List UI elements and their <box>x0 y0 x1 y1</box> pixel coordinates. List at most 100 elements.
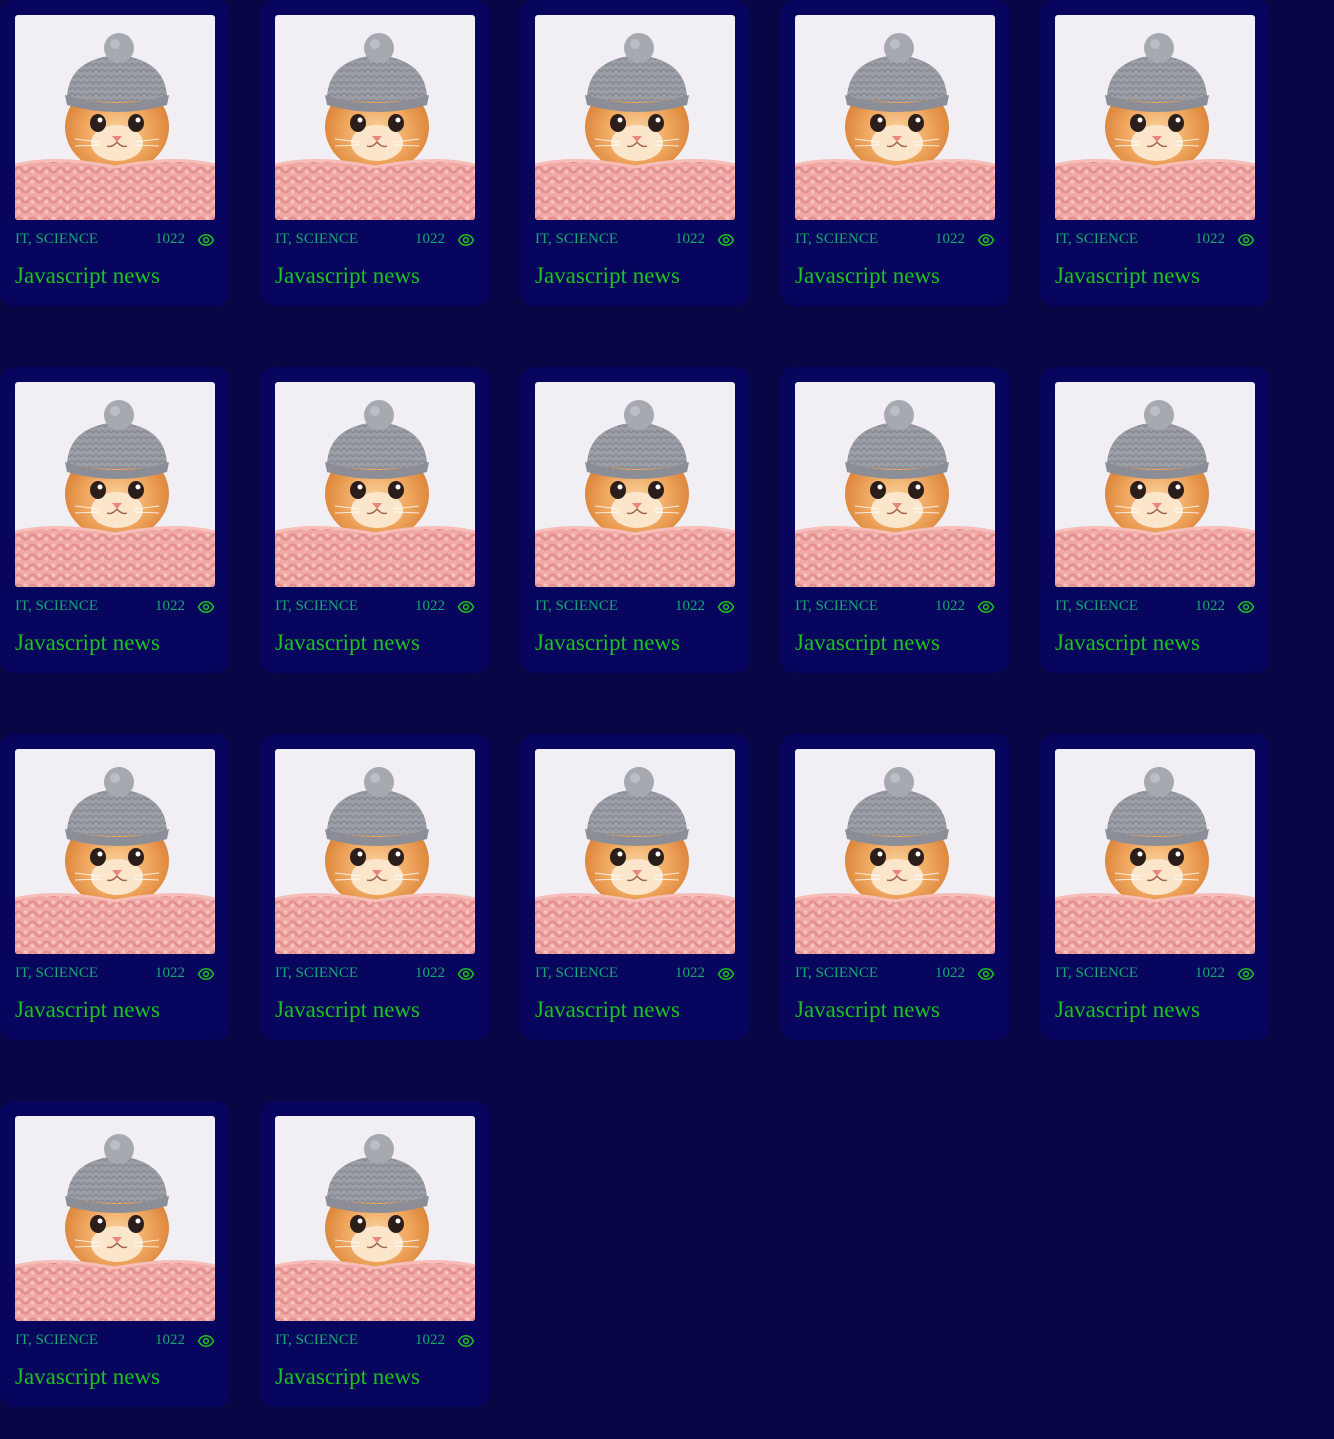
news-card-view-count: 1022 <box>1195 598 1225 614</box>
news-card-image[interactable] <box>1055 749 1255 954</box>
news-card-image[interactable] <box>15 749 215 954</box>
news-card-tags: IT, SCIENCE <box>535 598 619 614</box>
news-card-image[interactable] <box>795 749 995 954</box>
news-card[interactable]: IT, SCIENCE 1022 Javascript news <box>520 367 750 673</box>
news-card-image[interactable] <box>535 15 735 220</box>
eye-icon <box>1237 968 1255 980</box>
news-card-meta: IT, SCIENCE 1022 <box>15 230 215 250</box>
news-card-title[interactable]: Javascript news <box>275 997 420 1023</box>
news-card-title[interactable]: Javascript news <box>795 630 940 656</box>
news-card-image[interactable] <box>275 382 475 587</box>
news-card-image[interactable] <box>1055 382 1255 587</box>
news-card-view-count: 1022 <box>415 965 445 981</box>
news-card-tags: IT, SCIENCE <box>275 1332 359 1348</box>
news-card-meta: IT, SCIENCE 1022 <box>795 964 995 984</box>
news-card-title[interactable]: Javascript news <box>275 630 420 656</box>
news-card-view-count: 1022 <box>675 231 705 247</box>
news-card-meta: IT, SCIENCE 1022 <box>1055 964 1255 984</box>
news-card-image[interactable] <box>795 15 995 220</box>
eye-icon <box>457 1335 475 1347</box>
news-card-title[interactable]: Javascript news <box>1055 263 1200 289</box>
news-card-tags: IT, SCIENCE <box>535 231 619 247</box>
news-card-tags: IT, SCIENCE <box>1055 598 1139 614</box>
news-card-image[interactable] <box>535 382 735 587</box>
news-card-tags: IT, SCIENCE <box>1055 231 1139 247</box>
news-card-tags: IT, SCIENCE <box>795 231 879 247</box>
news-card-view-count: 1022 <box>935 231 965 247</box>
news-card-tags: IT, SCIENCE <box>795 598 879 614</box>
news-card-title[interactable]: Javascript news <box>15 630 160 656</box>
news-card[interactable]: IT, SCIENCE 1022 Javascript news <box>780 367 1010 673</box>
news-card-view-count: 1022 <box>415 598 445 614</box>
news-card-meta: IT, SCIENCE 1022 <box>1055 230 1255 250</box>
news-card-meta: IT, SCIENCE 1022 <box>1055 597 1255 617</box>
news-card-meta: IT, SCIENCE 1022 <box>795 230 995 250</box>
news-card[interactable]: IT, SCIENCE 1022 Javascript news <box>260 367 490 673</box>
news-card-tags: IT, SCIENCE <box>275 231 359 247</box>
news-card-title[interactable]: Javascript news <box>1055 997 1200 1023</box>
news-card-tags: IT, SCIENCE <box>15 598 99 614</box>
news-card-title[interactable]: Javascript news <box>535 630 680 656</box>
news-card-tags: IT, SCIENCE <box>15 1332 99 1348</box>
news-card-meta: IT, SCIENCE 1022 <box>15 597 215 617</box>
news-card[interactable]: IT, SCIENCE 1022 Javascript news <box>1040 0 1270 306</box>
eye-icon <box>977 234 995 246</box>
eye-icon <box>197 234 215 246</box>
news-card-title[interactable]: Javascript news <box>15 1364 160 1390</box>
news-card-meta: IT, SCIENCE 1022 <box>535 230 735 250</box>
news-card-title[interactable]: Javascript news <box>795 997 940 1023</box>
news-card-image[interactable] <box>535 749 735 954</box>
news-card-meta: IT, SCIENCE 1022 <box>535 964 735 984</box>
news-card-view-count: 1022 <box>935 965 965 981</box>
news-card[interactable]: IT, SCIENCE 1022 Javascript news <box>0 367 230 673</box>
news-card-meta: IT, SCIENCE 1022 <box>275 597 475 617</box>
news-card-view-count: 1022 <box>155 231 185 247</box>
news-card[interactable]: IT, SCIENCE 1022 Javascript news <box>780 0 1010 306</box>
news-card-image[interactable] <box>275 15 475 220</box>
news-card-tags: IT, SCIENCE <box>275 965 359 981</box>
news-card-view-count: 1022 <box>155 1332 185 1348</box>
news-card-view-count: 1022 <box>1195 965 1225 981</box>
news-card-meta: IT, SCIENCE 1022 <box>15 1331 215 1351</box>
news-card-tags: IT, SCIENCE <box>795 965 879 981</box>
news-card-tags: IT, SCIENCE <box>15 231 99 247</box>
news-card-grid: IT, SCIENCE 1022 Javascript news IT, SCI… <box>0 0 1334 1439</box>
news-card[interactable]: IT, SCIENCE 1022 Javascript news <box>260 0 490 306</box>
news-card-title[interactable]: Javascript news <box>795 263 940 289</box>
news-card-title[interactable]: Javascript news <box>1055 630 1200 656</box>
news-card-title[interactable]: Javascript news <box>275 1364 420 1390</box>
news-card-image[interactable] <box>1055 15 1255 220</box>
news-card-title[interactable]: Javascript news <box>535 263 680 289</box>
news-card[interactable]: IT, SCIENCE 1022 Javascript news <box>1040 367 1270 673</box>
news-card-image[interactable] <box>275 1116 475 1321</box>
news-card-view-count: 1022 <box>1195 231 1225 247</box>
eye-icon <box>717 601 735 613</box>
news-card-view-count: 1022 <box>415 1332 445 1348</box>
news-card-title[interactable]: Javascript news <box>275 263 420 289</box>
news-card[interactable]: IT, SCIENCE 1022 Javascript news <box>520 734 750 1040</box>
news-card-view-count: 1022 <box>675 965 705 981</box>
news-card-image[interactable] <box>15 382 215 587</box>
eye-icon <box>197 601 215 613</box>
eye-icon <box>197 968 215 980</box>
news-card[interactable]: IT, SCIENCE 1022 Javascript news <box>520 0 750 306</box>
news-card-title[interactable]: Javascript news <box>535 997 680 1023</box>
news-card-image[interactable] <box>275 749 475 954</box>
news-card-image[interactable] <box>795 382 995 587</box>
news-card[interactable]: IT, SCIENCE 1022 Javascript news <box>260 734 490 1040</box>
news-card[interactable]: IT, SCIENCE 1022 Javascript news <box>0 1101 230 1407</box>
news-card-view-count: 1022 <box>415 231 445 247</box>
news-card[interactable]: IT, SCIENCE 1022 Javascript news <box>1040 734 1270 1040</box>
news-card-title[interactable]: Javascript news <box>15 263 160 289</box>
eye-icon <box>1237 234 1255 246</box>
news-card[interactable]: IT, SCIENCE 1022 Javascript news <box>260 1101 490 1407</box>
news-card[interactable]: IT, SCIENCE 1022 Javascript news <box>0 0 230 306</box>
news-card-image[interactable] <box>15 15 215 220</box>
eye-icon <box>457 968 475 980</box>
news-card-meta: IT, SCIENCE 1022 <box>275 964 475 984</box>
news-card[interactable]: IT, SCIENCE 1022 Javascript news <box>780 734 1010 1040</box>
eye-icon <box>977 601 995 613</box>
news-card[interactable]: IT, SCIENCE 1022 Javascript news <box>0 734 230 1040</box>
news-card-image[interactable] <box>15 1116 215 1321</box>
news-card-title[interactable]: Javascript news <box>15 997 160 1023</box>
